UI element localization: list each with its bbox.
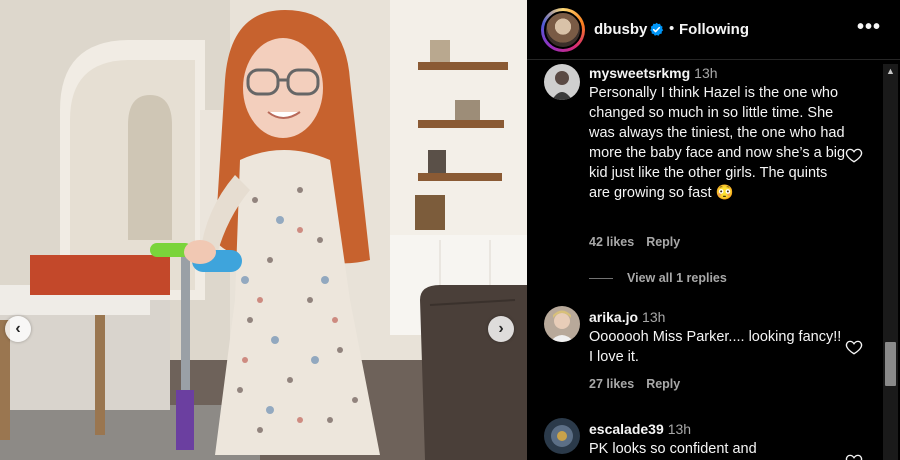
comment-timestamp[interactable]: 13h — [694, 65, 717, 81]
post-header: dbusby • Following ••• — [527, 0, 900, 60]
comment-author[interactable]: arika.jo 13h — [589, 309, 665, 325]
comment-username[interactable]: arika.jo — [589, 309, 638, 325]
view-replies-button[interactable]: View all 1 replies — [589, 271, 727, 285]
comment-actions: 42 likes Reply — [589, 235, 680, 249]
separator-dot: • — [669, 20, 675, 37]
replies-divider — [589, 277, 613, 279]
commenter-avatar[interactable] — [544, 418, 580, 454]
photo-illustration — [0, 0, 527, 460]
comment-likes[interactable]: 27 likes — [589, 377, 634, 391]
comment-username[interactable]: mysweetsrkmg — [589, 65, 690, 81]
comment-text: Ooooooh Miss Parker.... looking fancy!! … — [589, 329, 842, 365]
poster-username[interactable]: dbusby — [594, 21, 647, 38]
comment-actions: 27 likes Reply — [589, 377, 680, 391]
comment-timestamp[interactable]: 13h — [642, 309, 665, 325]
avatar-image — [544, 306, 580, 342]
reply-button[interactable]: Reply — [646, 377, 680, 391]
comment-timestamp[interactable]: 13h — [668, 421, 691, 437]
heart-icon[interactable] — [845, 452, 863, 460]
comment-author[interactable]: escalade39 13h — [589, 421, 691, 437]
carousel-prev-button[interactable]: ‹ — [5, 316, 31, 342]
comment-username[interactable]: escalade39 — [589, 421, 664, 437]
heart-icon[interactable] — [845, 338, 863, 356]
reply-button[interactable]: Reply — [646, 235, 680, 249]
carousel-next-button[interactable]: › — [488, 316, 514, 342]
verified-badge-icon — [650, 22, 664, 36]
commenter-avatar[interactable] — [544, 306, 580, 342]
comments-scrollbar[interactable]: ▲ — [883, 64, 898, 460]
poster-avatar[interactable] — [541, 8, 585, 52]
comment-text: Personally I think Hazel is the one who … — [589, 85, 846, 201]
avatar-image — [544, 64, 580, 100]
comment-author[interactable]: mysweetsrkmg 13h — [589, 65, 718, 81]
scroll-up-arrow-icon[interactable]: ▲ — [883, 66, 898, 78]
post-photo[interactable]: ‹ › — [0, 0, 527, 460]
avatar-image — [544, 11, 582, 49]
comments-panel: dbusby • Following ••• mysweetsrkmg 13h P… — [527, 0, 900, 460]
scrollbar-thumb[interactable] — [885, 342, 896, 386]
following-button[interactable]: Following — [679, 21, 749, 38]
more-options-icon[interactable]: ••• — [857, 16, 881, 39]
commenter-avatar[interactable] — [544, 64, 580, 100]
chevron-right-icon: › — [498, 320, 504, 337]
comment-text: PK looks so confident and — [589, 441, 757, 457]
view-replies-label: View all 1 replies — [627, 271, 727, 285]
chevron-left-icon: ‹ — [15, 320, 21, 337]
heart-icon[interactable] — [845, 146, 863, 164]
comment-likes[interactable]: 42 likes — [589, 235, 634, 249]
avatar-image — [544, 418, 580, 454]
